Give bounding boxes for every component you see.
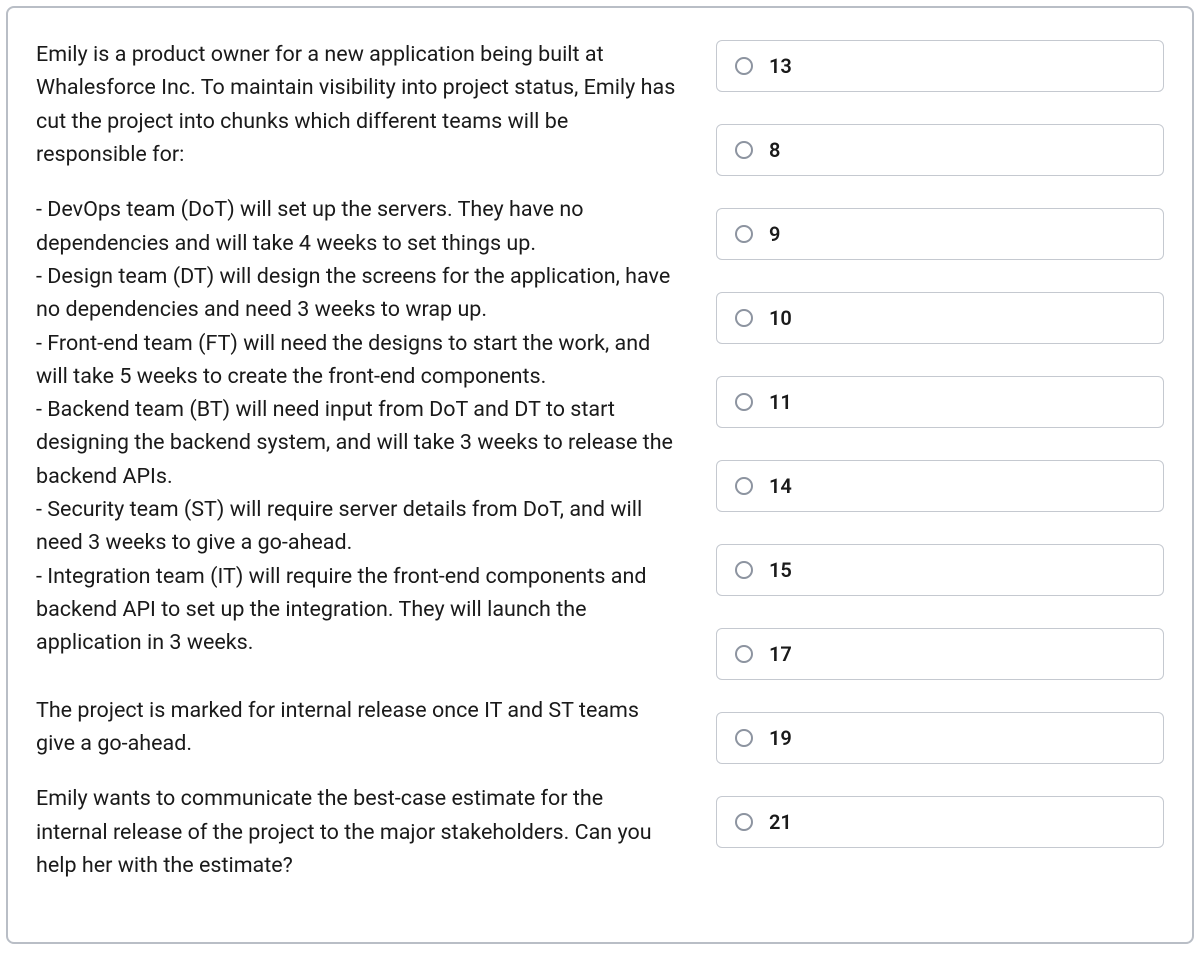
option-label: 10 xyxy=(769,306,792,330)
answer-option-6[interactable]: 15 xyxy=(716,544,1164,596)
option-label: 17 xyxy=(769,642,792,666)
radio-icon xyxy=(735,813,753,831)
question-ask: Emily wants to communicate the best-case… xyxy=(36,782,676,882)
radio-icon xyxy=(735,645,753,663)
option-label: 21 xyxy=(769,810,792,834)
option-label: 13 xyxy=(769,54,792,78)
option-label: 11 xyxy=(769,390,792,414)
answer-option-1[interactable]: 8 xyxy=(716,124,1164,176)
answer-option-3[interactable]: 10 xyxy=(716,292,1164,344)
radio-icon xyxy=(735,57,753,75)
answer-option-4[interactable]: 11 xyxy=(716,376,1164,428)
radio-icon xyxy=(735,309,753,327)
answer-option-9[interactable]: 21 xyxy=(716,796,1164,848)
answer-option-2[interactable]: 9 xyxy=(716,208,1164,260)
option-label: 9 xyxy=(769,222,780,246)
radio-icon xyxy=(735,477,753,495)
radio-icon xyxy=(735,393,753,411)
answer-option-7[interactable]: 17 xyxy=(716,628,1164,680)
answer-option-8[interactable]: 19 xyxy=(716,712,1164,764)
radio-icon xyxy=(735,729,753,747)
bullet-item: - DevOps team (DoT) will set up the serv… xyxy=(36,193,676,260)
bullet-item: - Security team (ST) will require server… xyxy=(36,493,676,560)
option-label: 15 xyxy=(769,558,792,582)
question-intro: Emily is a product owner for a new appli… xyxy=(36,38,676,171)
question-bullets: - DevOps team (DoT) will set up the serv… xyxy=(36,193,676,659)
option-label: 14 xyxy=(769,474,792,498)
question-text: Emily is a product owner for a new appli… xyxy=(36,38,676,912)
radio-icon xyxy=(735,225,753,243)
answer-options: 13 8 9 10 11 14 15 17 xyxy=(716,38,1164,912)
bullet-item: - Backend team (BT) will need input from… xyxy=(36,393,676,493)
radio-icon xyxy=(735,561,753,579)
answer-option-5[interactable]: 14 xyxy=(716,460,1164,512)
option-label: 19 xyxy=(769,726,792,750)
option-label: 8 xyxy=(769,138,780,162)
radio-icon xyxy=(735,141,753,159)
release-condition: The project is marked for internal relea… xyxy=(36,694,676,761)
bullet-item: - Front-end team (FT) will need the desi… xyxy=(36,327,676,394)
answer-option-0[interactable]: 13 xyxy=(716,40,1164,92)
bullet-item: - Integration team (IT) will require the… xyxy=(36,560,676,660)
bullet-item: - Design team (DT) will design the scree… xyxy=(36,260,676,327)
question-panel: Emily is a product owner for a new appli… xyxy=(6,6,1194,944)
